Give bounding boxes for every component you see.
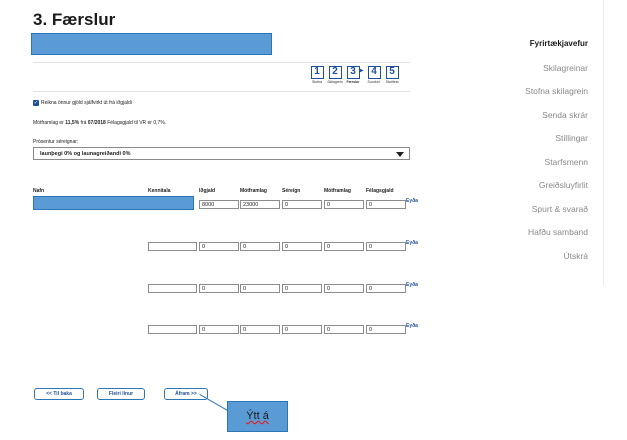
step-1[interactable]: 1 Stofna [307,66,327,84]
name-input[interactable] [148,325,197,334]
idgjald-input[interactable] [199,325,239,334]
motframlag-input[interactable] [240,200,280,209]
sidebar-item-skilagreinar[interactable]: Skilagreinar [470,60,588,84]
delete-row-link[interactable]: Eyða [406,239,418,279]
delete-row-link[interactable]: Eyða [406,281,418,321]
contribution-info: Mótframlag er 11,5% frá 07/2018 Félagsgj… [33,120,167,126]
percent-select-value: launþegi 0% og launagreiðandi 0% [40,151,131,157]
chevron-down-icon [396,152,404,157]
sereign-input[interactable] [282,242,322,251]
motframlag-input[interactable] [240,325,280,334]
more-lines-button[interactable]: Fleiri línur [97,388,145,400]
name-input[interactable] [148,242,197,251]
redacted-company-name [31,33,272,55]
sidebar-item-stillingar[interactable]: Stillingar [470,130,588,154]
sidebar-item-utskra[interactable]: Útskrá [470,248,588,272]
sidebar-item-starfsmenn[interactable]: Starfsmenn [470,154,588,178]
sidebar-nav: Fyrirtækjavefur Skilagreinar Stofna skil… [470,36,588,271]
sidebar-item-fyrirtaekjavefur[interactable]: Fyrirtækjavefur [470,36,588,60]
idgjald-input[interactable] [199,200,239,209]
auto-calc-label: Reikna önnur gjöld sjálfvirkt út frá iðg… [41,100,132,106]
step-arrow-icon: ▶ [359,68,364,74]
felagsgjald-input[interactable] [366,200,406,209]
idgjald-input[interactable] [199,284,239,293]
sidebar-item-greidsluyfirlit[interactable]: Greiðsluyfirlit [470,177,588,201]
callout-text: Ýtt á [246,410,269,422]
sereign-input[interactable] [282,284,322,293]
step-2[interactable]: 2 Skilagrein [325,66,345,84]
callout-box: Ýtt á [227,401,288,432]
step-4: 4 Sundurl. [367,66,381,84]
sereign-input[interactable] [282,200,322,209]
sidebar-item-hafdu-samband[interactable]: Hafðu samband [470,224,588,248]
header-idgjald: Iðgjald [199,188,216,194]
redacted-name [33,196,194,210]
sidebar-item-spurt-svarad[interactable]: Spurt & svarað [470,201,588,225]
header-sereign: Séreign [282,188,301,194]
sereign-input[interactable] [282,325,322,334]
motframlag2-input[interactable] [324,325,364,334]
back-button[interactable]: << Til baka [34,388,84,400]
motframlag-input[interactable] [240,242,280,251]
felagsgjald-input[interactable] [366,284,406,293]
idgjald-input[interactable] [199,242,239,251]
divider [33,91,410,92]
header-motframlag: Mótframlag [240,188,267,194]
percent-label: Prósentur séreignar: [33,139,79,145]
felagsgjald-input[interactable] [366,325,406,334]
motframlag2-input[interactable] [324,284,364,293]
auto-calc-checkbox[interactable]: ✓ [33,100,39,106]
motframlag2-input[interactable] [324,200,364,209]
delete-row-link[interactable]: Eyða [406,322,418,362]
sidebar-divider [603,0,604,285]
motframlag-input[interactable] [240,284,280,293]
sidebar-item-senda-skrar[interactable]: Senda skrár [470,107,588,131]
divider [33,62,410,63]
sidebar-item-stofna-skilagrein[interactable]: Stofna skilagrein [470,83,588,107]
header-felagsgjald: Félagsgjald [366,188,394,194]
percent-select[interactable]: launþegi 0% og launagreiðandi 0% [33,147,410,160]
step-5: 5 Staðfest [385,66,399,84]
name-input[interactable] [148,284,197,293]
header-motframlag-2: Mótframlag [324,188,351,194]
page-title: 3. Færslur [33,10,116,29]
felagsgjald-input[interactable] [366,242,406,251]
header-kennitala: Kennitala [148,188,171,194]
header-nafn: Nafn [33,188,45,194]
delete-row-link[interactable]: Eyða [406,197,418,237]
motframlag2-input[interactable] [324,242,364,251]
